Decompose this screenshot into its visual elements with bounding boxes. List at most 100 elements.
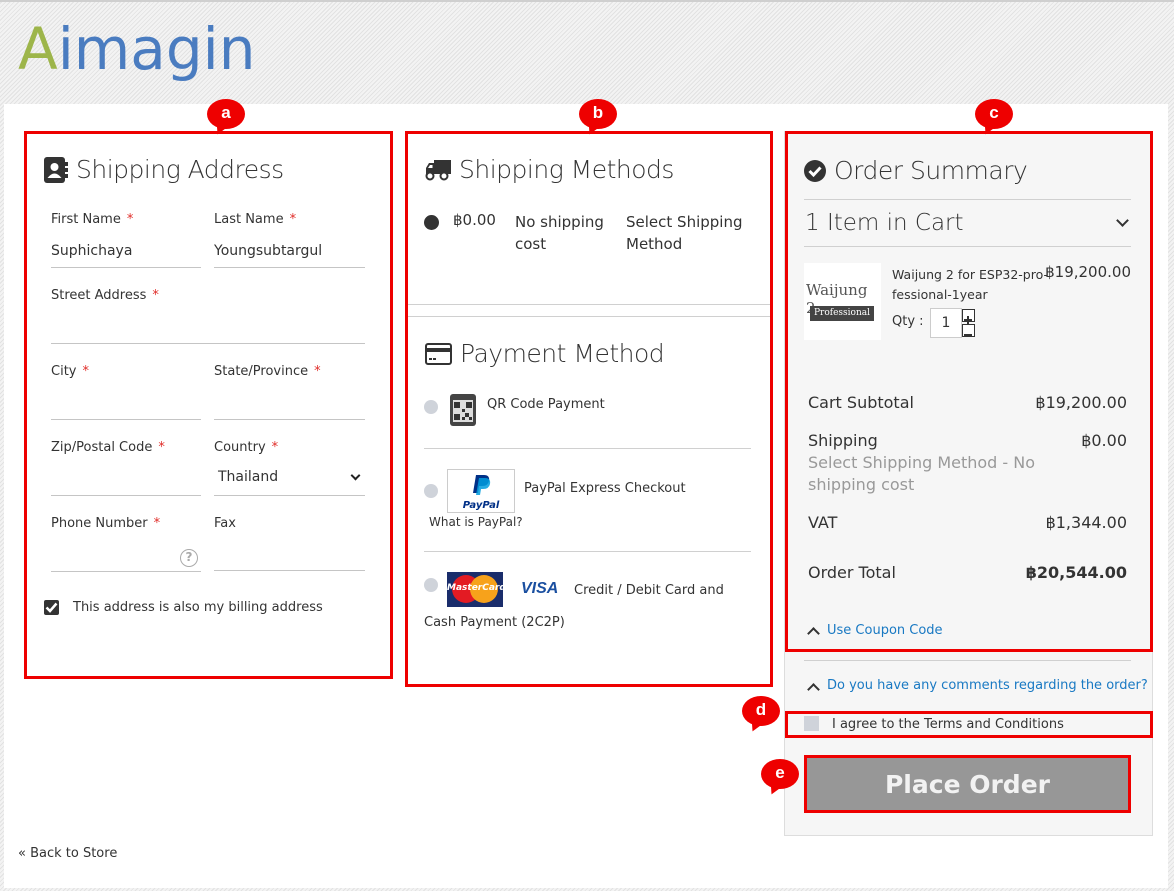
order-total-label: Order Total <box>808 563 896 582</box>
street-address-underline <box>51 343 365 344</box>
zip-underline <box>51 495 201 496</box>
billing-address-label[interactable]: This address is also my billing address <box>73 600 323 615</box>
shipping-description-line1: Select Shipping Method - No <box>808 453 1036 472</box>
address-book-icon <box>44 156 68 183</box>
phone-underline <box>51 571 201 572</box>
country-selected-value: Thailand <box>218 469 279 485</box>
fax-input[interactable] <box>214 547 365 569</box>
last-name-underline <box>214 267 365 268</box>
aimagin-logo[interactable]: Aimagin <box>18 14 256 84</box>
zip-input[interactable] <box>51 471 201 493</box>
state-input[interactable] <box>214 395 365 417</box>
summary-divider <box>804 199 1131 200</box>
street-address-input[interactable] <box>51 319 365 341</box>
items-in-cart-label: 1 Item in Cart <box>805 210 964 236</box>
first-name-input[interactable]: Suphichaya <box>51 243 132 259</box>
chevron-up-icon <box>807 627 820 640</box>
what-is-paypal-link[interactable]: What is PayPal? <box>429 515 523 529</box>
shipping-address-title-text: Shipping Address <box>76 155 284 184</box>
paypal-logo: PayPal <box>447 469 515 513</box>
back-to-store-link[interactable]: « Back to Store <box>18 846 117 861</box>
street-address-label: Street Address * <box>51 288 159 303</box>
paypal-logo-text: PayPal <box>462 500 500 511</box>
vat-value: ฿1,344.00 <box>1045 513 1127 532</box>
vat-label: VAT <box>808 513 838 532</box>
order-summary-title-text: Order Summary <box>834 156 1028 185</box>
shipping-methods-title-text: Shipping Methods <box>459 155 674 184</box>
card-payment-label-text: Credit / Debit Card and Cash Payment (2C… <box>424 583 724 630</box>
shipping-description-line2: shipping cost <box>808 475 915 494</box>
phone-label: Phone Number * <box>51 516 161 531</box>
payment-divider <box>424 448 751 449</box>
shipping-methods-title: Shipping Methods <box>425 155 674 184</box>
payment-method-title-text: Payment Method <box>460 339 665 368</box>
qty-decrease-button[interactable] <box>962 324 975 337</box>
first-name-label: First Name * <box>51 212 134 227</box>
country-label: Country * <box>214 440 279 455</box>
qty-input[interactable]: 1 <box>930 308 962 338</box>
phone-input[interactable] <box>51 547 201 569</box>
payment-divider <box>424 551 751 552</box>
chevron-down-icon <box>1116 214 1129 227</box>
check-circle-icon <box>804 159 826 182</box>
country-select[interactable]: Thailand <box>214 467 365 493</box>
terms-label[interactable]: I agree to the Terms and Conditions <box>832 717 1064 732</box>
shipping-method-price: ฿0.00 <box>453 211 496 229</box>
terms-checkbox[interactable] <box>804 716 819 731</box>
credit-card-icon <box>425 342 452 365</box>
shipping-method-carrier: Select Shipping Method <box>626 213 743 253</box>
shipping-label: Shipping <box>808 431 878 450</box>
shipping-method-name: No shipping cost <box>515 213 604 253</box>
qr-code-icon <box>450 394 476 426</box>
chevron-down-icon <box>350 470 361 481</box>
product-price: ฿19,200.00 <box>1045 263 1131 281</box>
qr-payment-label[interactable]: QR Code Payment <box>487 397 605 412</box>
billing-address-checkbox[interactable] <box>44 600 59 615</box>
paypal-radio[interactable] <box>424 484 438 498</box>
logo-letter-a: A <box>18 15 58 83</box>
qr-payment-radio[interactable] <box>424 400 438 414</box>
order-comments-link[interactable]: Do you have any comments regarding the o… <box>827 678 1148 693</box>
city-input[interactable] <box>51 395 201 417</box>
annotation-bubble-e: e <box>761 759 799 789</box>
shipping-address-title: Shipping Address <box>44 155 284 184</box>
shipping-method-radio[interactable] <box>424 215 439 230</box>
order-total-value: ฿20,544.00 <box>1025 563 1127 582</box>
product-name-line2: fessional-1year <box>892 287 988 302</box>
checkmark-icon <box>45 602 58 613</box>
state-label: State/Province * <box>214 364 321 379</box>
last-name-input[interactable]: Youngsubtargul <box>214 243 322 259</box>
order-summary-panel: Order Summary 1 Item in Cart Waijung 2 P… <box>784 131 1153 836</box>
help-icon[interactable]: ? <box>180 549 198 567</box>
qty-increase-button[interactable] <box>962 309 975 324</box>
top-border <box>0 0 1174 2</box>
qty-label: Qty : <box>892 314 924 329</box>
use-coupon-code-link[interactable]: Use Coupon Code <box>827 623 943 638</box>
zip-label: Zip/Postal Code * <box>51 440 165 455</box>
product-name[interactable]: Waijung 2 for ESP32-pro- fessional-1year <box>892 265 1048 305</box>
minus-icon <box>964 334 972 336</box>
logo-text: imagin <box>57 15 256 83</box>
card-payment-label[interactable]: Credit / Debit Card and Cash Payment (2C… <box>424 575 754 639</box>
cart-subtotal-value: ฿19,200.00 <box>1035 393 1127 412</box>
annotation-bubble-d: d <box>742 696 780 726</box>
payment-method-title: Payment Method <box>425 339 665 368</box>
items-in-cart-toggle[interactable]: 1 Item in Cart <box>804 208 1131 244</box>
country-underline <box>214 495 365 496</box>
summary-divider <box>804 660 1131 661</box>
fax-underline <box>214 570 365 571</box>
paypal-label[interactable]: PayPal Express Checkout <box>524 481 686 496</box>
shipping-payment-panel: Shipping Methods ฿0.00 No shipping cost … <box>405 131 773 687</box>
product-thumb-badge: Professional <box>810 306 874 321</box>
place-order-button[interactable]: Place Order <box>804 756 1131 813</box>
order-summary-title: Order Summary <box>804 156 1028 185</box>
last-name-label: Last Name * <box>214 212 297 227</box>
annotation-bubble-a: a <box>207 99 245 129</box>
city-label: City * <box>51 364 89 379</box>
fax-label: Fax <box>214 516 236 531</box>
product-thumbnail[interactable]: Waijung 2 Professional <box>804 263 881 340</box>
first-name-underline <box>51 267 201 268</box>
section-divider <box>405 304 773 305</box>
summary-divider <box>804 246 1131 247</box>
product-name-line1: Waijung 2 for ESP32-pro- <box>892 267 1048 282</box>
